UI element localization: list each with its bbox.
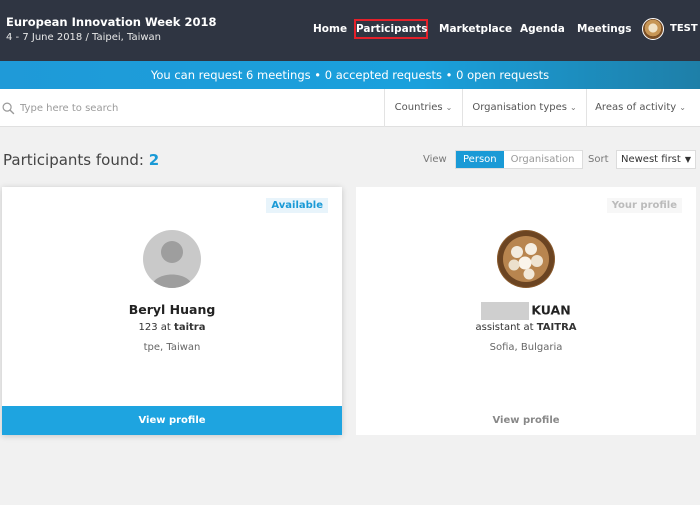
- main-nav: Home Participants Marketplace Agenda Mee…: [0, 17, 700, 41]
- participant-location: tpe, Taiwan: [143, 342, 201, 353]
- countries-filter-label: Countries: [394, 102, 443, 113]
- view-toggle: Person Organisation: [455, 150, 583, 169]
- food-photo-avatar: [498, 231, 554, 287]
- participant-name[interactable]: Beryl Huang: [2, 302, 342, 317]
- redacted-name-block: [481, 302, 530, 320]
- participants-found-label: Participants found:: [3, 151, 144, 169]
- view-profile-button[interactable]: View profile: [2, 406, 342, 435]
- participant-role: 123 at taitra: [2, 322, 342, 333]
- participant-surname: KUAN: [531, 302, 571, 318]
- your-profile-badge: Your profile: [606, 198, 682, 213]
- view-organisation-button[interactable]: Organisation: [504, 151, 582, 168]
- areas-of-activity-filter-label: Areas of activity: [595, 102, 677, 113]
- person-placeholder-icon: [151, 241, 193, 288]
- organisation-types-filter-label: Organisation types: [472, 102, 567, 113]
- participant-location: Sofia, Bulgaria: [489, 342, 563, 353]
- view-label: View: [423, 154, 447, 165]
- chevron-down-icon: ⌄: [679, 103, 686, 112]
- top-navbar: European Innovation Week 2018 4 - 7 June…: [0, 0, 700, 61]
- organisation-types-filter[interactable]: Organisation types ⌄: [462, 89, 586, 127]
- filter-bar: Countries⌄ Organisation types⌄ Areas of …: [0, 89, 700, 127]
- chevron-down-icon: ⌄: [569, 103, 577, 112]
- sort-select[interactable]: Newest first ▼: [616, 150, 696, 169]
- nav-marketplace[interactable]: Marketplace: [439, 19, 512, 39]
- participant-card[interactable]: Available Beryl Huang 123 at taitra tpe,…: [2, 187, 342, 435]
- view-profile-button[interactable]: View profile: [356, 406, 696, 435]
- avatar[interactable]: [497, 230, 555, 288]
- participant-position: 123 at: [138, 322, 171, 333]
- countries-filter[interactable]: Countries ⌄: [384, 89, 462, 127]
- participant-card[interactable]: Your profile KUAN assistant at TAITRA So…: [356, 187, 696, 435]
- participant-role: assistant at TAITRA: [356, 322, 696, 333]
- nav-home[interactable]: Home: [313, 19, 347, 39]
- avatar[interactable]: [143, 230, 201, 288]
- search-icon: [2, 102, 15, 115]
- nav-agenda[interactable]: Agenda: [520, 19, 565, 39]
- participant-name[interactable]: KUAN: [356, 302, 696, 320]
- participant-organisation: TAITRA: [536, 322, 577, 333]
- dropdown-arrow-icon: ▼: [684, 155, 691, 164]
- participant-position: assistant at: [475, 322, 534, 333]
- user-menu[interactable]: TEST: [642, 17, 698, 41]
- participants-found: Participants found: 2: [3, 151, 159, 169]
- participants-found-count: 2: [148, 151, 160, 169]
- meeting-quota-banner: You can request 6 meetings • 0 accepted …: [0, 61, 700, 89]
- chevron-down-icon: ⌄: [445, 103, 453, 112]
- availability-badge: Available: [266, 198, 328, 213]
- sort-select-value: Newest first: [621, 154, 681, 165]
- user-name: TEST: [670, 23, 698, 34]
- view-person-button[interactable]: Person: [456, 151, 504, 168]
- search-input[interactable]: [20, 99, 360, 117]
- sort-label: Sort: [588, 154, 609, 165]
- user-avatar: [642, 18, 664, 40]
- nav-meetings[interactable]: Meetings: [577, 19, 632, 39]
- participant-organisation: taitra: [174, 322, 206, 333]
- areas-of-activity-filter[interactable]: Areas of activity ⌄: [586, 89, 694, 127]
- nav-participants[interactable]: Participants: [354, 19, 428, 39]
